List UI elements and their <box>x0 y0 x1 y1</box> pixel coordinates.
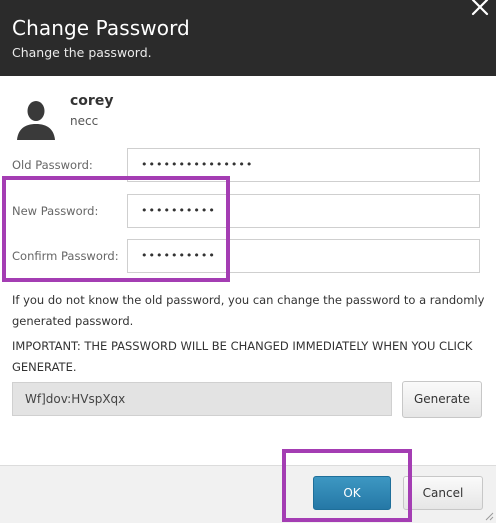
new-password-input[interactable]: •••••••••• <box>127 194 480 228</box>
ok-button[interactable]: OK <box>313 476 391 510</box>
old-password-label: Old Password: <box>12 158 93 172</box>
close-button[interactable] <box>468 0 492 21</box>
important-text: IMPORTANT: THE PASSWORD WILL BE CHANGED … <box>12 336 472 378</box>
info-line-2: generated password. <box>12 314 134 328</box>
new-password-label: New Password: <box>12 204 99 218</box>
dialog-subtitle: Change the password. <box>12 45 152 60</box>
dialog-title: Change Password <box>12 16 190 40</box>
old-password-input[interactable]: ••••••••••••••• <box>127 148 480 182</box>
generated-password-field[interactable]: Wf]dov:HVspXqx <box>12 382 392 416</box>
confirm-password-label: Confirm Password: <box>12 249 119 263</box>
user-domain: necc <box>70 114 99 128</box>
cancel-button[interactable]: Cancel <box>403 476 483 510</box>
confirm-password-input[interactable]: •••••••••• <box>127 239 480 273</box>
resize-grip-icon[interactable] <box>482 509 494 521</box>
dialog-header: Change Password Change the password. <box>0 0 496 76</box>
important-line-1: IMPORTANT: THE PASSWORD WILL BE CHANGED … <box>12 339 473 353</box>
close-icon <box>471 0 489 16</box>
info-text: If you do not know the old password, you… <box>12 290 484 332</box>
generate-button[interactable]: Generate <box>402 381 482 418</box>
important-line-2: GENERATE. <box>12 360 77 374</box>
user-name: corey <box>70 93 114 109</box>
info-line-1: If you do not know the old password, you… <box>12 293 485 307</box>
user-avatar-icon <box>15 98 57 140</box>
